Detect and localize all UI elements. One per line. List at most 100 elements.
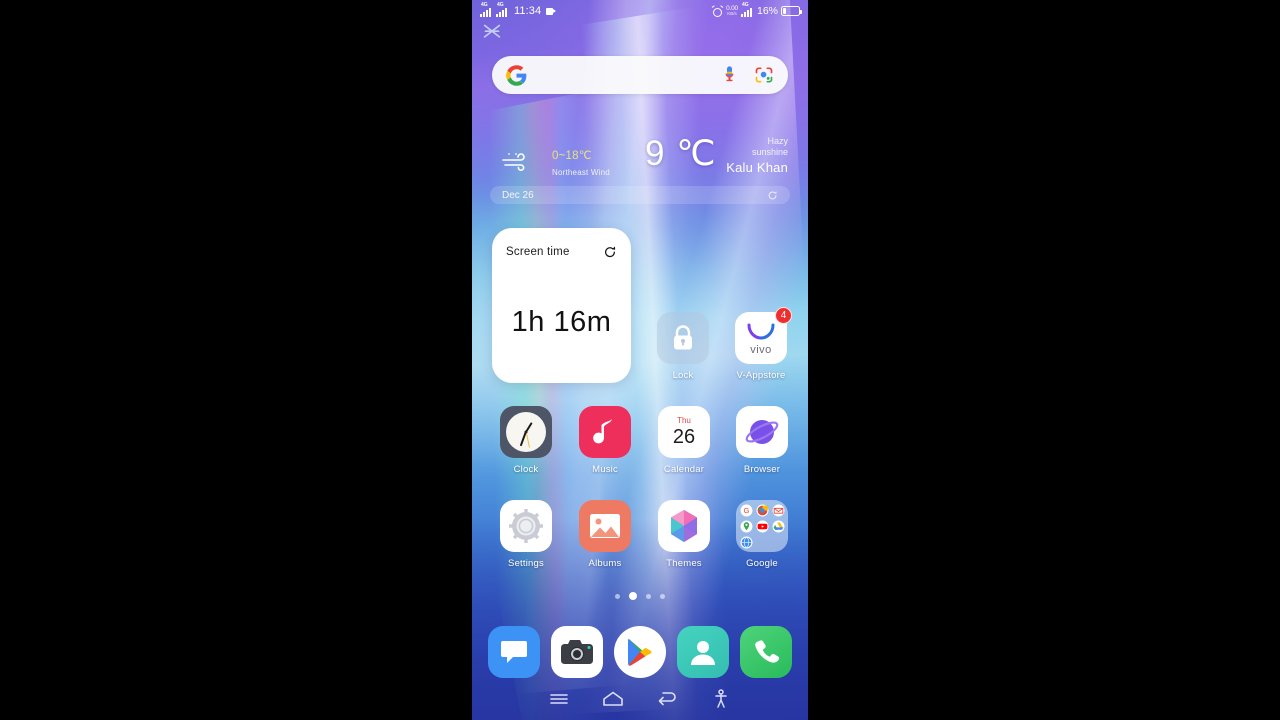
battery-percent-label: 16%: [756, 5, 778, 17]
google-icon: G: [740, 504, 752, 516]
screen-time-value: 1h 16m: [511, 306, 612, 338]
screen-time-header: Screen time: [506, 245, 617, 259]
status-bar-left: 4G 4G 11:34: [480, 2, 557, 17]
calendar-weekday: Thu: [677, 416, 691, 425]
refresh-icon[interactable]: [603, 245, 617, 259]
status-bar-right: 0.00 KB/s 4G 16%: [711, 2, 802, 17]
gear-glyph-icon: [509, 509, 543, 543]
app-label: Settings: [508, 558, 544, 569]
music-note-glyph-icon: [593, 419, 612, 444]
app-settings[interactable]: Settings: [494, 500, 558, 569]
weather-condition-line1: Hazy: [767, 136, 788, 146]
camera-app-icon[interactable]: [551, 626, 603, 678]
weather-condition: Hazy sunshine: [698, 136, 788, 158]
google-search-bar[interactable]: [492, 56, 788, 94]
status-bar-clock: 11:34: [514, 5, 542, 17]
screen-time-widget[interactable]: Screen time 1h 16m: [492, 228, 631, 383]
app-albums[interactable]: Albums: [573, 500, 637, 569]
app-v-appstore[interactable]: vivo 4 V-Appstore: [729, 307, 793, 381]
page-dot-1[interactable]: [615, 593, 620, 599]
screenshot-stage: 4G 4G 11:34 0.00 KB/s 4G 16% 0~18℃ North…: [0, 0, 1280, 720]
signal-sim1-icon: 4G: [480, 2, 493, 17]
themes-app-icon[interactable]: [658, 500, 710, 552]
svg-text:G: G: [743, 506, 749, 515]
app-badge: 4: [775, 307, 792, 324]
settings-app-icon[interactable]: [500, 500, 552, 552]
navigation-bar: [472, 686, 808, 712]
weather-location: Kalu Khan: [726, 160, 788, 175]
lock-app-icon[interactable]: [657, 312, 709, 364]
play-store-glyph-icon: [628, 638, 652, 666]
google-g-icon: [506, 64, 527, 86]
contacts-app-icon[interactable]: [677, 626, 729, 678]
app-label: Albums: [588, 558, 622, 569]
alarm-icon: [711, 4, 724, 17]
calendar-day: 26: [672, 426, 696, 448]
app-lock[interactable]: Lock: [651, 312, 715, 381]
weather-date-bar[interactable]: Dec 26: [490, 186, 790, 204]
handset-glyph-icon: [755, 640, 780, 663]
messages-app-icon[interactable]: [488, 626, 540, 678]
page-indicator[interactable]: [472, 592, 808, 600]
drive-icon: [772, 520, 784, 532]
weather-date: Dec 26: [502, 189, 534, 201]
home-icon[interactable]: [601, 688, 625, 710]
clock-face: [506, 412, 546, 452]
weather-condition-line2: sunshine: [751, 147, 788, 157]
screen-record-icon: [546, 7, 557, 15]
globe-icon: [740, 536, 752, 548]
app-label: Google: [746, 558, 778, 569]
google-folder-icon[interactable]: G: [736, 500, 788, 552]
capcut-icon: [483, 24, 501, 38]
maps-icon: [740, 520, 752, 532]
music-app-icon[interactable]: [579, 406, 631, 458]
menu-icon[interactable]: [547, 688, 571, 710]
weather-temp-range: 0~18℃: [552, 150, 592, 162]
planet-glyph-icon: [745, 420, 779, 444]
padlock-glyph-icon: [674, 325, 692, 350]
calendar-app-icon[interactable]: Thu 26: [658, 406, 710, 458]
weather-wind: Northeast Wind: [552, 168, 610, 177]
app-label: V-Appstore: [736, 370, 786, 381]
message-bubble-glyph-icon: [501, 641, 527, 663]
photo-glyph-icon: [590, 514, 620, 538]
app-google-folder[interactable]: G Google: [730, 500, 794, 569]
gmail-icon: [772, 504, 784, 516]
weather-widget[interactable]: 0~18℃ Northeast Wind 9 ℃ Hazy sunshine K…: [490, 128, 790, 204]
chrome-icon: [756, 504, 768, 516]
person-glyph-icon: [691, 641, 715, 665]
app-calendar[interactable]: Thu 26 Calendar: [652, 406, 716, 475]
app-label: Browser: [743, 464, 781, 475]
app-music[interactable]: Music: [573, 406, 637, 475]
app-label: Themes: [666, 558, 702, 569]
page-dot-4[interactable]: [660, 593, 665, 599]
app-label: Music: [592, 464, 618, 475]
vivo-appstore-icon[interactable]: vivo 4: [735, 307, 792, 364]
google-lens-icon[interactable]: [754, 65, 774, 85]
browser-app-icon[interactable]: [736, 406, 788, 458]
clock-app-icon[interactable]: [500, 406, 552, 458]
network-speed-indicator: 0.00 KB/s: [726, 5, 738, 17]
refresh-icon[interactable]: [767, 190, 778, 201]
screen-time-title: Screen time: [506, 246, 570, 258]
play-store-app-icon[interactable]: [614, 626, 666, 678]
windy-hazy-icon: [502, 153, 525, 171]
app-themes[interactable]: Themes: [652, 500, 716, 569]
phone-app-icon[interactable]: [740, 626, 792, 678]
page-dot-3[interactable]: [646, 593, 651, 599]
gem-glyph-icon: [671, 510, 697, 542]
app-label: Clock: [513, 464, 539, 475]
signal-sim2-icon: 4G: [496, 2, 509, 17]
accessibility-icon[interactable]: [709, 688, 733, 710]
dock: [472, 626, 808, 678]
app-label: Calendar: [663, 464, 705, 475]
back-icon[interactable]: [655, 688, 679, 710]
status-bar: 4G 4G 11:34 0.00 KB/s 4G 16%: [472, 0, 808, 22]
app-clock[interactable]: Clock: [494, 406, 558, 475]
app-label: Lock: [672, 370, 694, 381]
youtube-icon: [756, 520, 768, 532]
albums-app-icon[interactable]: [579, 500, 631, 552]
microphone-icon[interactable]: [721, 65, 738, 86]
app-browser[interactable]: Browser: [730, 406, 794, 475]
page-dot-2[interactable]: [629, 592, 637, 600]
